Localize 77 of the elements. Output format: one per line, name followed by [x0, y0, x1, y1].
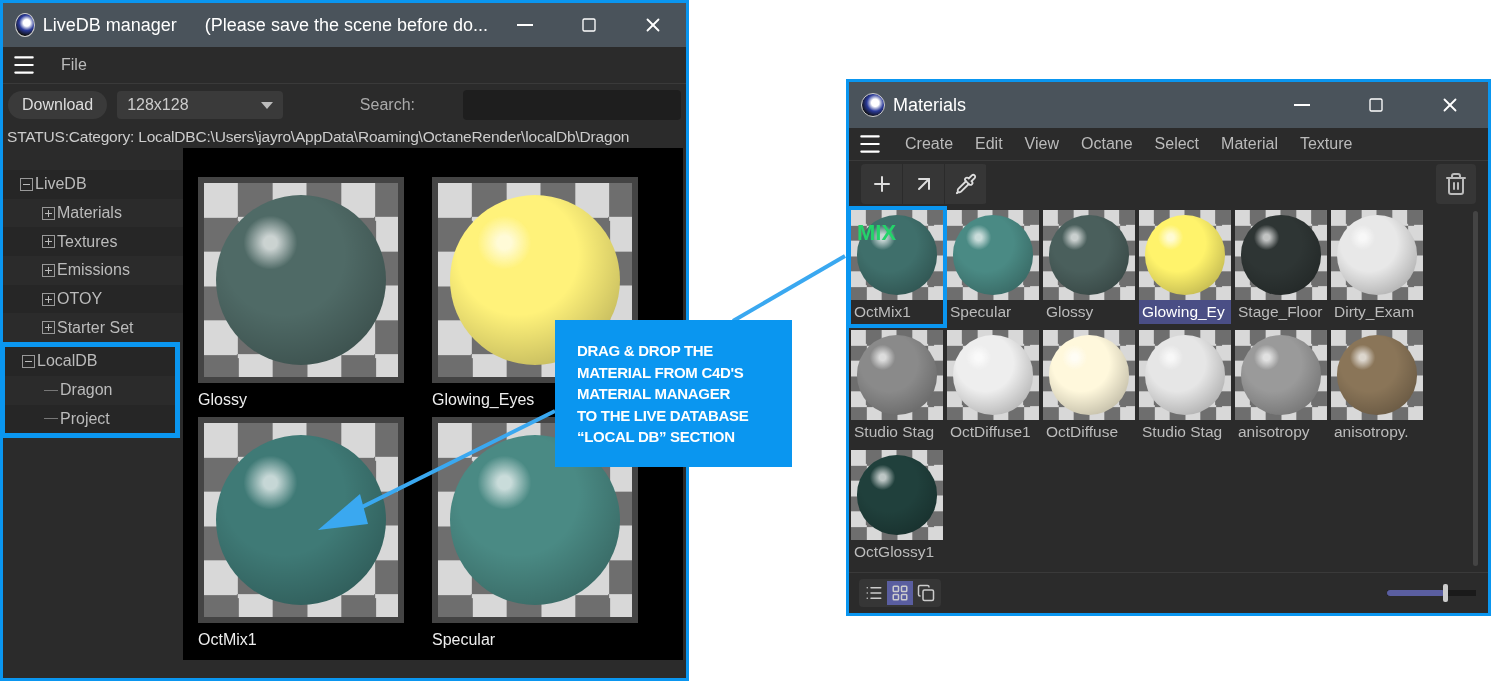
expand-icon[interactable] [42, 263, 55, 277]
window-title: LiveDB manager [42, 14, 177, 36]
menu-item[interactable]: View [1024, 135, 1059, 153]
material-name[interactable]: Studio Stag [851, 420, 943, 444]
grid-view-button[interactable] [887, 581, 913, 605]
material-item[interactable]: Studio Stag [851, 330, 943, 444]
expand-icon[interactable] [42, 206, 55, 220]
material-item[interactable]: Studio Stag [1139, 330, 1231, 444]
window-subtitle: (Please save the scene before do... [204, 14, 489, 36]
material-name[interactable]: Glowing_Ey [1139, 300, 1231, 324]
list-icon [865, 584, 883, 602]
collapse-icon[interactable] [20, 177, 33, 191]
material-name[interactable]: OctDiffuse1 [947, 420, 1039, 444]
material-item[interactable]: Glowing_Ey [1139, 210, 1231, 324]
material-name[interactable]: Studio Stag [1139, 420, 1231, 444]
material-name[interactable]: anisotropy. [1331, 420, 1423, 444]
status-text: STATUS:Category: LocalDBC:\Users\jayro\AppData\Roaming\OctaneRender\localDb\Dragon [6, 127, 631, 147]
material-name[interactable]: Specular [947, 300, 1039, 324]
callout-tooltip: DRAG & DROP THE MATERIAL FROM C4D'S MATERIAL MANAGER TO THE LIVE DATABASE “LOCAL DB” SECTION [555, 320, 792, 467]
menu-item[interactable]: Edit [975, 135, 1003, 153]
material-item[interactable]: Dirty_Exam [1331, 210, 1423, 324]
collapse-icon[interactable] [22, 354, 35, 368]
material-preview-drawing[interactable] [198, 177, 404, 383]
material-name[interactable]: OctDiffuse [1043, 420, 1135, 444]
expand-icon[interactable] [42, 235, 55, 249]
material-item[interactable]: OctDiffuse1 [947, 330, 1039, 444]
material-item[interactable]: MIX OctMix1 [851, 210, 943, 324]
minimize-icon [517, 24, 533, 26]
mix-label: MIX [857, 220, 897, 246]
material-item[interactable]: Stage_Floor [1235, 210, 1327, 324]
menu-item[interactable]: File [61, 56, 87, 74]
maximize-icon [1368, 97, 1384, 113]
material-name: Glowing_Eyes [432, 390, 535, 410]
material-item[interactable]: anisotropy [1235, 330, 1327, 444]
material-name[interactable]: Stage_Floor [1235, 300, 1327, 324]
tree-item[interactable]: LocalDB [5, 347, 175, 376]
tree-item[interactable]: OTOY [3, 284, 183, 314]
menu-item[interactable]: Select [1154, 135, 1200, 153]
scrollbar[interactable] [1473, 211, 1478, 566]
material-name[interactable]: OctMix1 [851, 300, 943, 324]
tree-item[interactable]: Textures [3, 227, 183, 257]
material-name: Specular [432, 630, 496, 650]
download-button[interactable]: Download [8, 91, 108, 119]
menu-item[interactable]: Octane [1081, 135, 1133, 153]
material-item[interactable]: Specular [947, 210, 1039, 324]
menu-item[interactable]: Material [1221, 135, 1278, 153]
expand-icon[interactable] [42, 321, 55, 335]
material-item[interactable]: anisotropy. [1331, 330, 1423, 444]
material-preview-drawing[interactable] [198, 417, 404, 623]
menu-item[interactable]: Create [905, 135, 954, 153]
material-item[interactable]: OctGlossy1 [851, 450, 943, 564]
material-name: OctMix1 [198, 630, 257, 650]
slider-thumb[interactable] [1442, 584, 1448, 602]
trash-icon [1444, 172, 1468, 196]
material-item[interactable]: OctDiffuse [1043, 330, 1135, 444]
delete-button[interactable] [1436, 164, 1476, 204]
tree-item[interactable]: Project [5, 404, 175, 434]
app-logo-icon [861, 93, 885, 117]
material-name[interactable]: Glossy [1043, 300, 1135, 324]
eyedropper-icon [954, 173, 977, 195]
size-dropdown[interactable]: 128x128 [117, 91, 284, 119]
expand-icon[interactable] [42, 292, 55, 306]
maximize-icon [581, 17, 597, 33]
stacked-squares-icon [917, 584, 935, 602]
minimize-icon [1294, 104, 1310, 106]
tree-item[interactable]: LiveDB [3, 170, 183, 199]
grid-icon [891, 584, 909, 602]
material-name[interactable]: anisotropy [1235, 420, 1327, 444]
material-name[interactable]: OctGlossy1 [851, 540, 943, 564]
menu-item[interactable]: Texture [1299, 135, 1353, 153]
window-title: Materials [893, 94, 967, 116]
search-label: Search: [359, 96, 415, 114]
caret-icon [261, 101, 274, 109]
material-item[interactable]: Glossy [1043, 210, 1135, 324]
app-logo-icon [15, 13, 35, 37]
material-name[interactable]: Dirty_Exam [1331, 300, 1423, 324]
material-name: Glossy [198, 390, 247, 410]
